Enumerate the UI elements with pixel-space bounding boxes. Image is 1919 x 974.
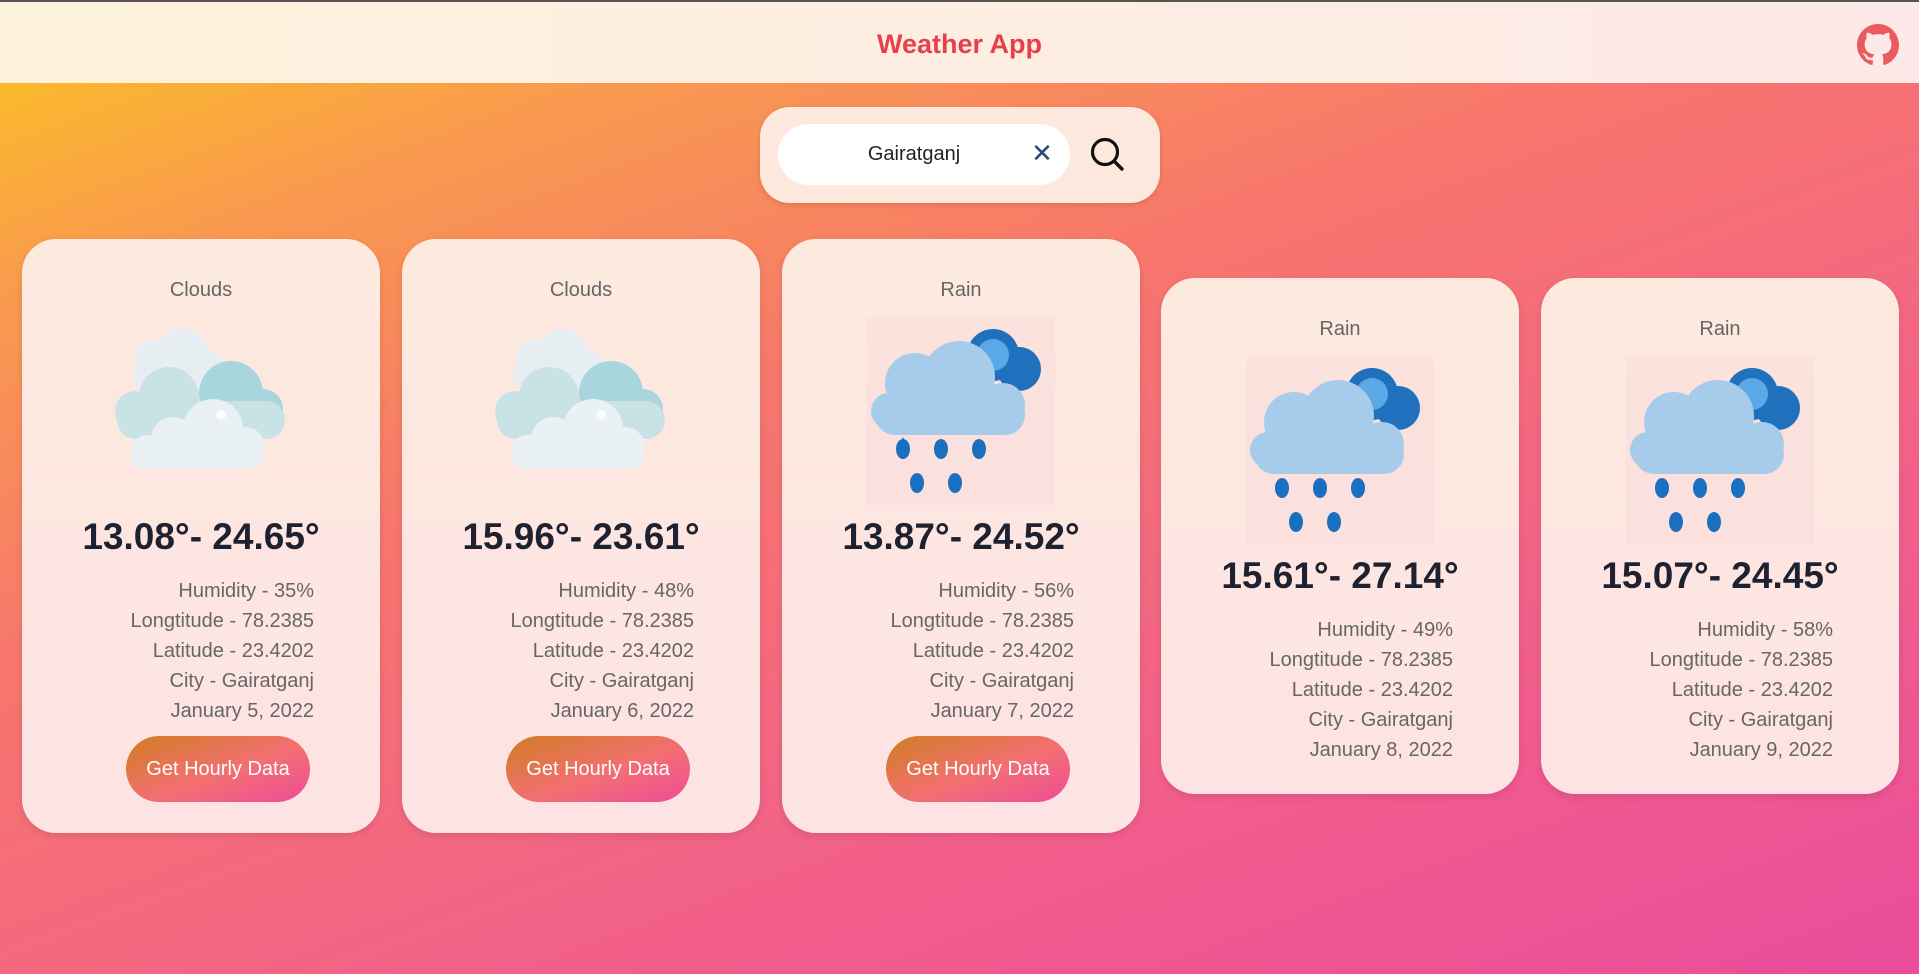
city-text: City - Gairatganj [169,670,315,692]
weather-card: Clouds 15.96°- 23.61° Humidity - 48% Lon… [402,239,760,833]
weather-condition: Rain [940,279,982,301]
date-text: January 5, 2022 [170,700,314,722]
city-text: City - Gairatganj [549,670,695,692]
city-text: City - Gairatganj [1308,709,1454,731]
longitude-text: Longtitude - 78.2385 [510,610,695,632]
temperature-range: 13.87°- 24.52° [842,516,1080,557]
get-hourly-data-button[interactable]: Get Hourly Data [506,736,690,802]
clear-icon[interactable]: ✕ [1024,135,1060,171]
temperature-range: 13.08°- 24.65° [82,516,320,557]
longitude-text: Longtitude - 78.2385 [1649,649,1834,671]
date-text: January 9, 2022 [1689,739,1833,761]
rain-icon [867,317,1055,505]
temperature-range: 15.07°- 24.45° [1601,555,1839,596]
weather-condition: Rain [1699,318,1741,340]
search-panel: ✕ [760,107,1160,203]
latitude-text: Latitude - 23.4202 [152,640,314,662]
humidity-text: Humidity - 56% [938,580,1074,602]
latitude-text: Latitude - 23.4202 [532,640,694,662]
city-text: City - Gairatganj [929,670,1075,692]
humidity-text: Humidity - 35% [178,580,314,602]
temperature-range: 15.61°- 27.14° [1221,555,1459,596]
longitude-text: Longtitude - 78.2385 [130,610,315,632]
rain-icon [1246,356,1434,544]
get-hourly-data-button[interactable]: Get Hourly Data [126,736,310,802]
top-bar: Weather App [0,0,1919,83]
weather-details: Humidity - 58% Longtitude - 78.2385 Lati… [1650,615,1834,765]
date-text: January 7, 2022 [930,700,1074,722]
weather-card: Clouds 13.08°- 24.65° Humidity - 35% Lon… [22,239,380,833]
city-text: City - Gairatganj [1688,709,1834,731]
weather-condition: Clouds [169,279,233,301]
temperature-range: 15.96°- 23.61° [462,516,700,557]
search-icon[interactable] [1085,132,1131,178]
date-text: January 8, 2022 [1309,739,1453,761]
weather-card: Rain 15.61°- 27.14° Humidity - 49% Longt… [1161,278,1519,794]
get-hourly-data-button[interactable]: Get Hourly Data [886,736,1070,802]
latitude-text: Latitude - 23.4202 [912,640,1074,662]
longitude-text: Longtitude - 78.2385 [890,610,1075,632]
latitude-text: Latitude - 23.4202 [1671,679,1833,701]
weather-details: Humidity - 35% Longtitude - 78.2385 Lati… [131,576,315,726]
date-text: January 6, 2022 [550,700,694,722]
clouds-icon [495,329,665,469]
weather-details: Humidity - 56% Longtitude - 78.2385 Lati… [891,576,1075,726]
latitude-text: Latitude - 23.4202 [1291,679,1453,701]
humidity-text: Humidity - 48% [558,580,694,602]
weather-details: Humidity - 48% Longtitude - 78.2385 Lati… [511,576,695,726]
humidity-text: Humidity - 49% [1317,619,1453,641]
app-title: Weather App [876,29,1043,59]
github-icon[interactable] [1857,24,1899,66]
weather-card: Rain 13.87°- 24.52° Humidity - 56% Longt… [782,239,1140,833]
rain-icon [1626,356,1814,544]
weather-condition: Clouds [549,279,613,301]
weather-card: Rain 15.07°- 24.45° Humidity - 58% Longt… [1541,278,1899,794]
weather-condition: Rain [1319,318,1361,340]
clouds-icon [115,329,285,469]
longitude-text: Longtitude - 78.2385 [1269,649,1454,671]
weather-details: Humidity - 49% Longtitude - 78.2385 Lati… [1270,615,1454,765]
humidity-text: Humidity - 58% [1697,619,1833,641]
